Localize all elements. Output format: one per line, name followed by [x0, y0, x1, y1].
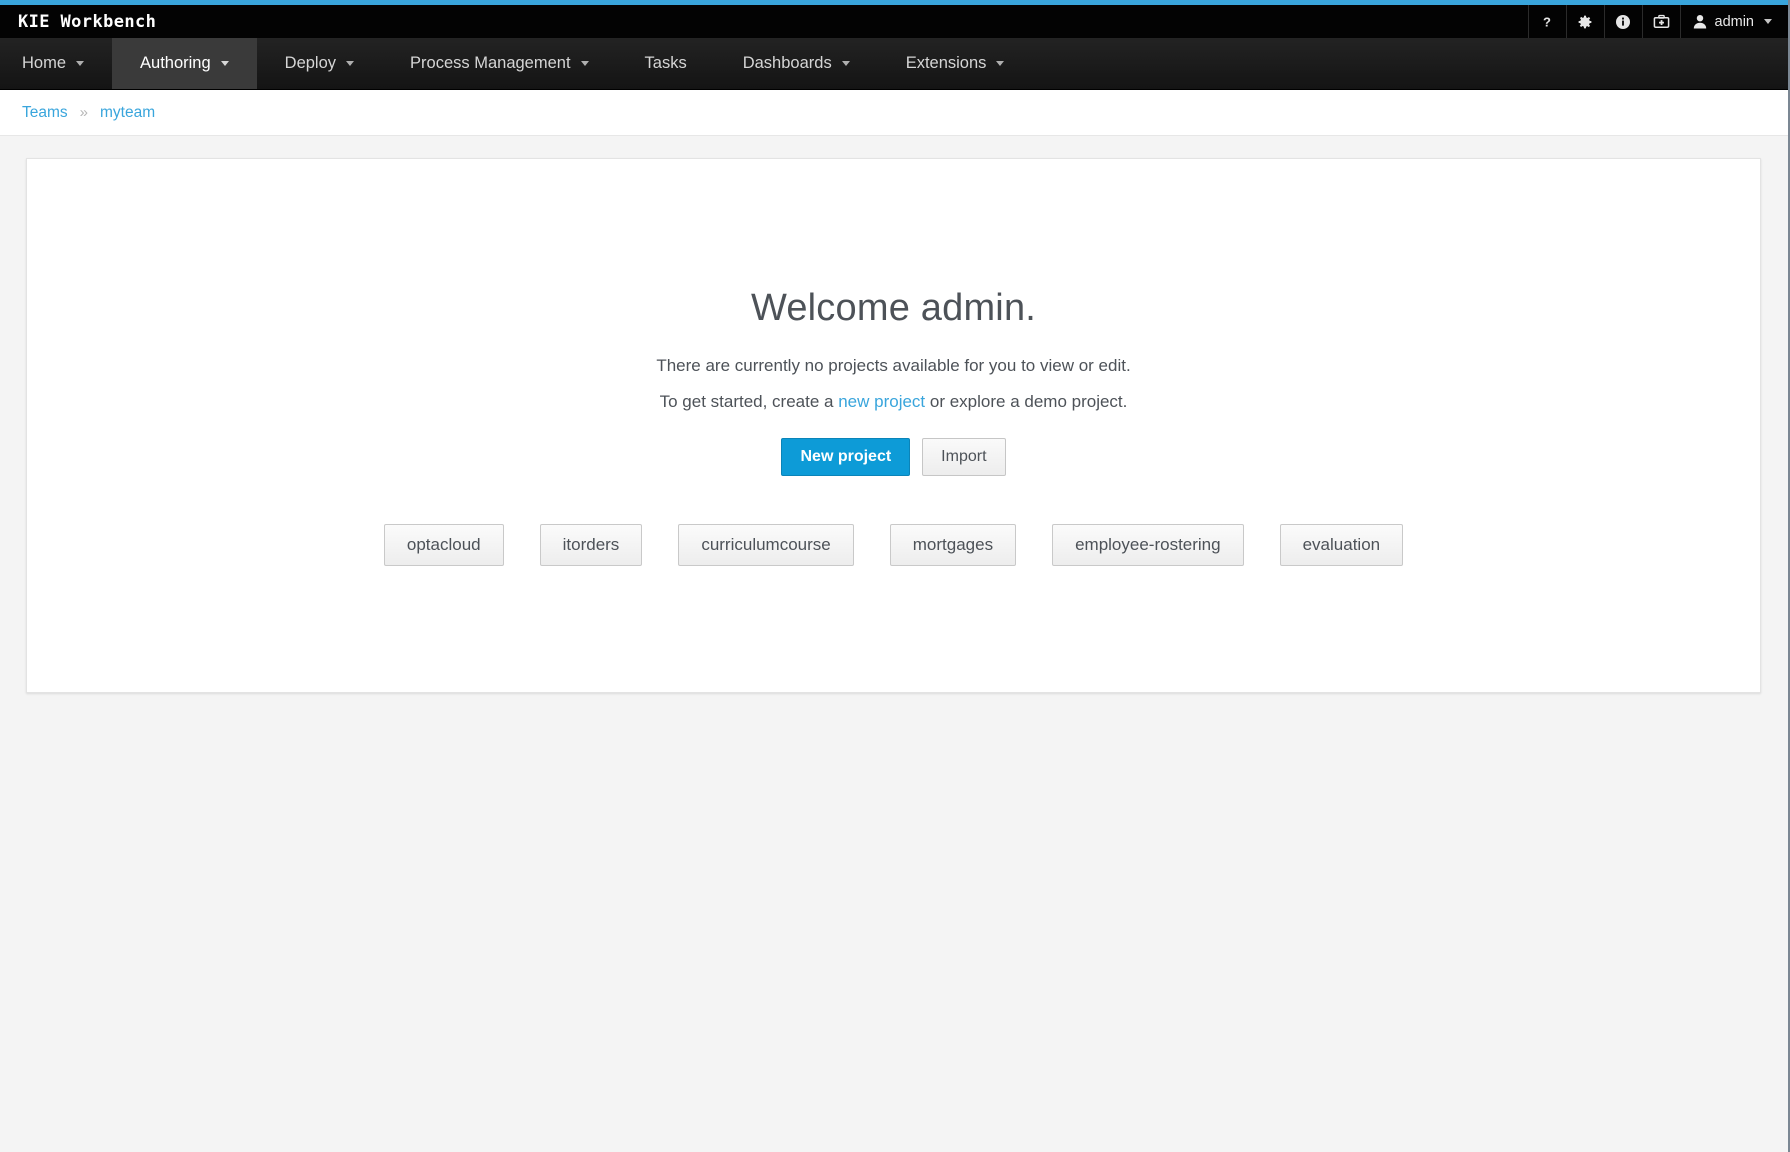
page-title: Welcome admin.	[751, 287, 1036, 330]
brand-logo-text: KIE Workbench	[18, 12, 156, 32]
empty-state-cta-text: To get started, create a new project or …	[660, 392, 1128, 412]
breadcrumb-item-myteam[interactable]: myteam	[100, 104, 155, 122]
cta-suffix-text: or explore a demo project.	[925, 392, 1127, 411]
demo-project-evaluation[interactable]: evaluation	[1280, 524, 1404, 567]
import-button[interactable]: Import	[922, 438, 1005, 476]
chevron-down-icon	[1764, 19, 1772, 24]
user-icon	[1693, 14, 1707, 29]
brand-logo[interactable]: KIE Workbench	[0, 5, 156, 38]
svg-text:?: ?	[1543, 14, 1551, 29]
first-aid-kit-icon[interactable]	[1642, 5, 1680, 38]
nav-item-tasks[interactable]: Tasks	[617, 38, 715, 89]
new-project-button[interactable]: New project	[781, 438, 910, 476]
user-menu[interactable]: admin	[1680, 5, 1789, 38]
cta-prefix-text: To get started, create a	[660, 392, 839, 411]
chevron-down-icon	[76, 61, 84, 66]
chevron-down-icon	[221, 61, 229, 66]
help-icon[interactable]: ?	[1528, 5, 1566, 38]
user-menu-label: admin	[1715, 14, 1755, 30]
breadcrumb: Teams » myteam	[0, 90, 1788, 136]
nav-item-dashboards[interactable]: Dashboards	[715, 38, 878, 89]
chevron-down-icon	[581, 61, 589, 66]
masthead: KIE Workbench ?	[0, 5, 1788, 38]
gear-icon[interactable]	[1566, 5, 1604, 38]
nav-item-dashboards-label: Dashboards	[743, 54, 832, 73]
info-icon[interactable]	[1604, 5, 1642, 38]
nav-item-home[interactable]: Home	[0, 38, 112, 89]
nav-item-extensions-label: Extensions	[906, 54, 987, 73]
primary-navigation: Home Authoring Deploy Process Management…	[0, 38, 1788, 90]
chevron-down-icon	[842, 61, 850, 66]
utility-icon-group: ?	[1528, 5, 1789, 38]
nav-item-deploy-label: Deploy	[285, 54, 336, 73]
empty-state-subtitle: There are currently no projects availabl…	[656, 356, 1130, 376]
nav-item-home-label: Home	[22, 54, 66, 73]
nav-item-process-management[interactable]: Process Management	[382, 38, 617, 89]
demo-projects-row: optacloud itorders curriculumcourse mort…	[384, 524, 1403, 567]
application-window: KIE Workbench ?	[0, 0, 1790, 1152]
breadcrumb-item-teams[interactable]: Teams	[22, 104, 68, 122]
nav-item-deploy[interactable]: Deploy	[257, 38, 382, 89]
nav-item-process-management-label: Process Management	[410, 54, 571, 73]
demo-project-employee-rostering[interactable]: employee-rostering	[1052, 524, 1244, 567]
demo-project-mortgages[interactable]: mortgages	[890, 524, 1016, 567]
demo-project-itorders[interactable]: itorders	[540, 524, 643, 567]
demo-project-curriculumcourse[interactable]: curriculumcourse	[678, 524, 853, 567]
nav-item-authoring[interactable]: Authoring	[112, 38, 257, 89]
nav-item-tasks-label: Tasks	[645, 54, 687, 73]
demo-project-optacloud[interactable]: optacloud	[384, 524, 504, 567]
empty-state-panel: Welcome admin. There are currently no pr…	[26, 158, 1761, 693]
nav-item-extensions[interactable]: Extensions	[878, 38, 1033, 89]
content-area: Welcome admin. There are currently no pr…	[0, 136, 1788, 1152]
breadcrumb-separator: »	[80, 104, 88, 121]
chevron-down-icon	[346, 61, 354, 66]
primary-action-row: New project Import	[781, 438, 1005, 476]
nav-item-authoring-label: Authoring	[140, 54, 211, 73]
new-project-link[interactable]: new project	[838, 392, 925, 411]
chevron-down-icon	[996, 61, 1004, 66]
